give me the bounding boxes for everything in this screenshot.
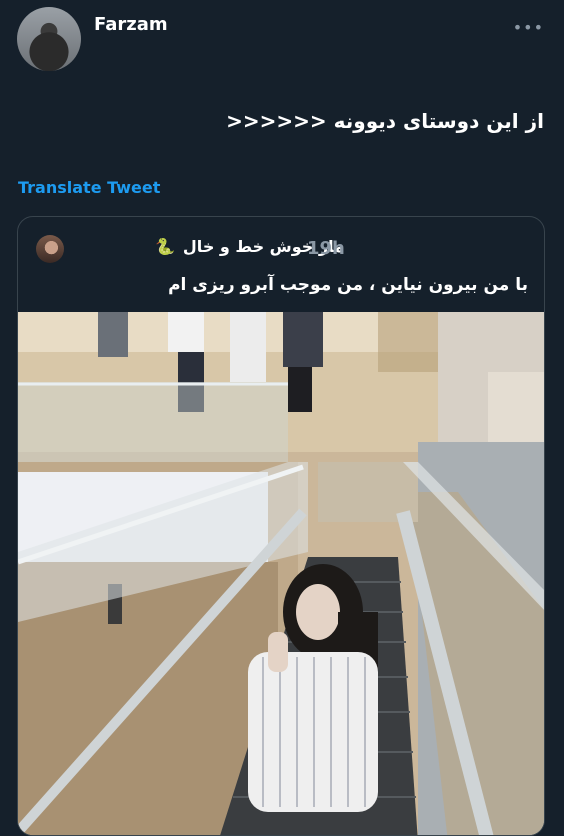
quoted-author-avatar[interactable] [36,235,64,263]
translate-tweet-link[interactable]: Translate Tweet [18,178,160,197]
escalator-mall-photo [18,312,544,835]
tweet-text: از این دوستای دیوونه <<<<<< [226,109,544,133]
tweet-photo[interactable] [18,312,544,835]
author-name[interactable]: Farzam [94,14,168,35]
quoted-tweet-card[interactable]: مار خوش خط و خال 🐍 19h با من بیرون نیاین… [17,216,545,836]
quoted-tweet-time[interactable]: 19h [307,238,345,259]
snake-emoji-icon: 🐍 [155,237,175,256]
author-avatar[interactable] [17,7,81,71]
quoted-tweet-text: با من بیرون نیاین ، من موجب آبرو ریزی ام [168,275,528,295]
more-dots-icon[interactable]: ••• [513,18,544,37]
